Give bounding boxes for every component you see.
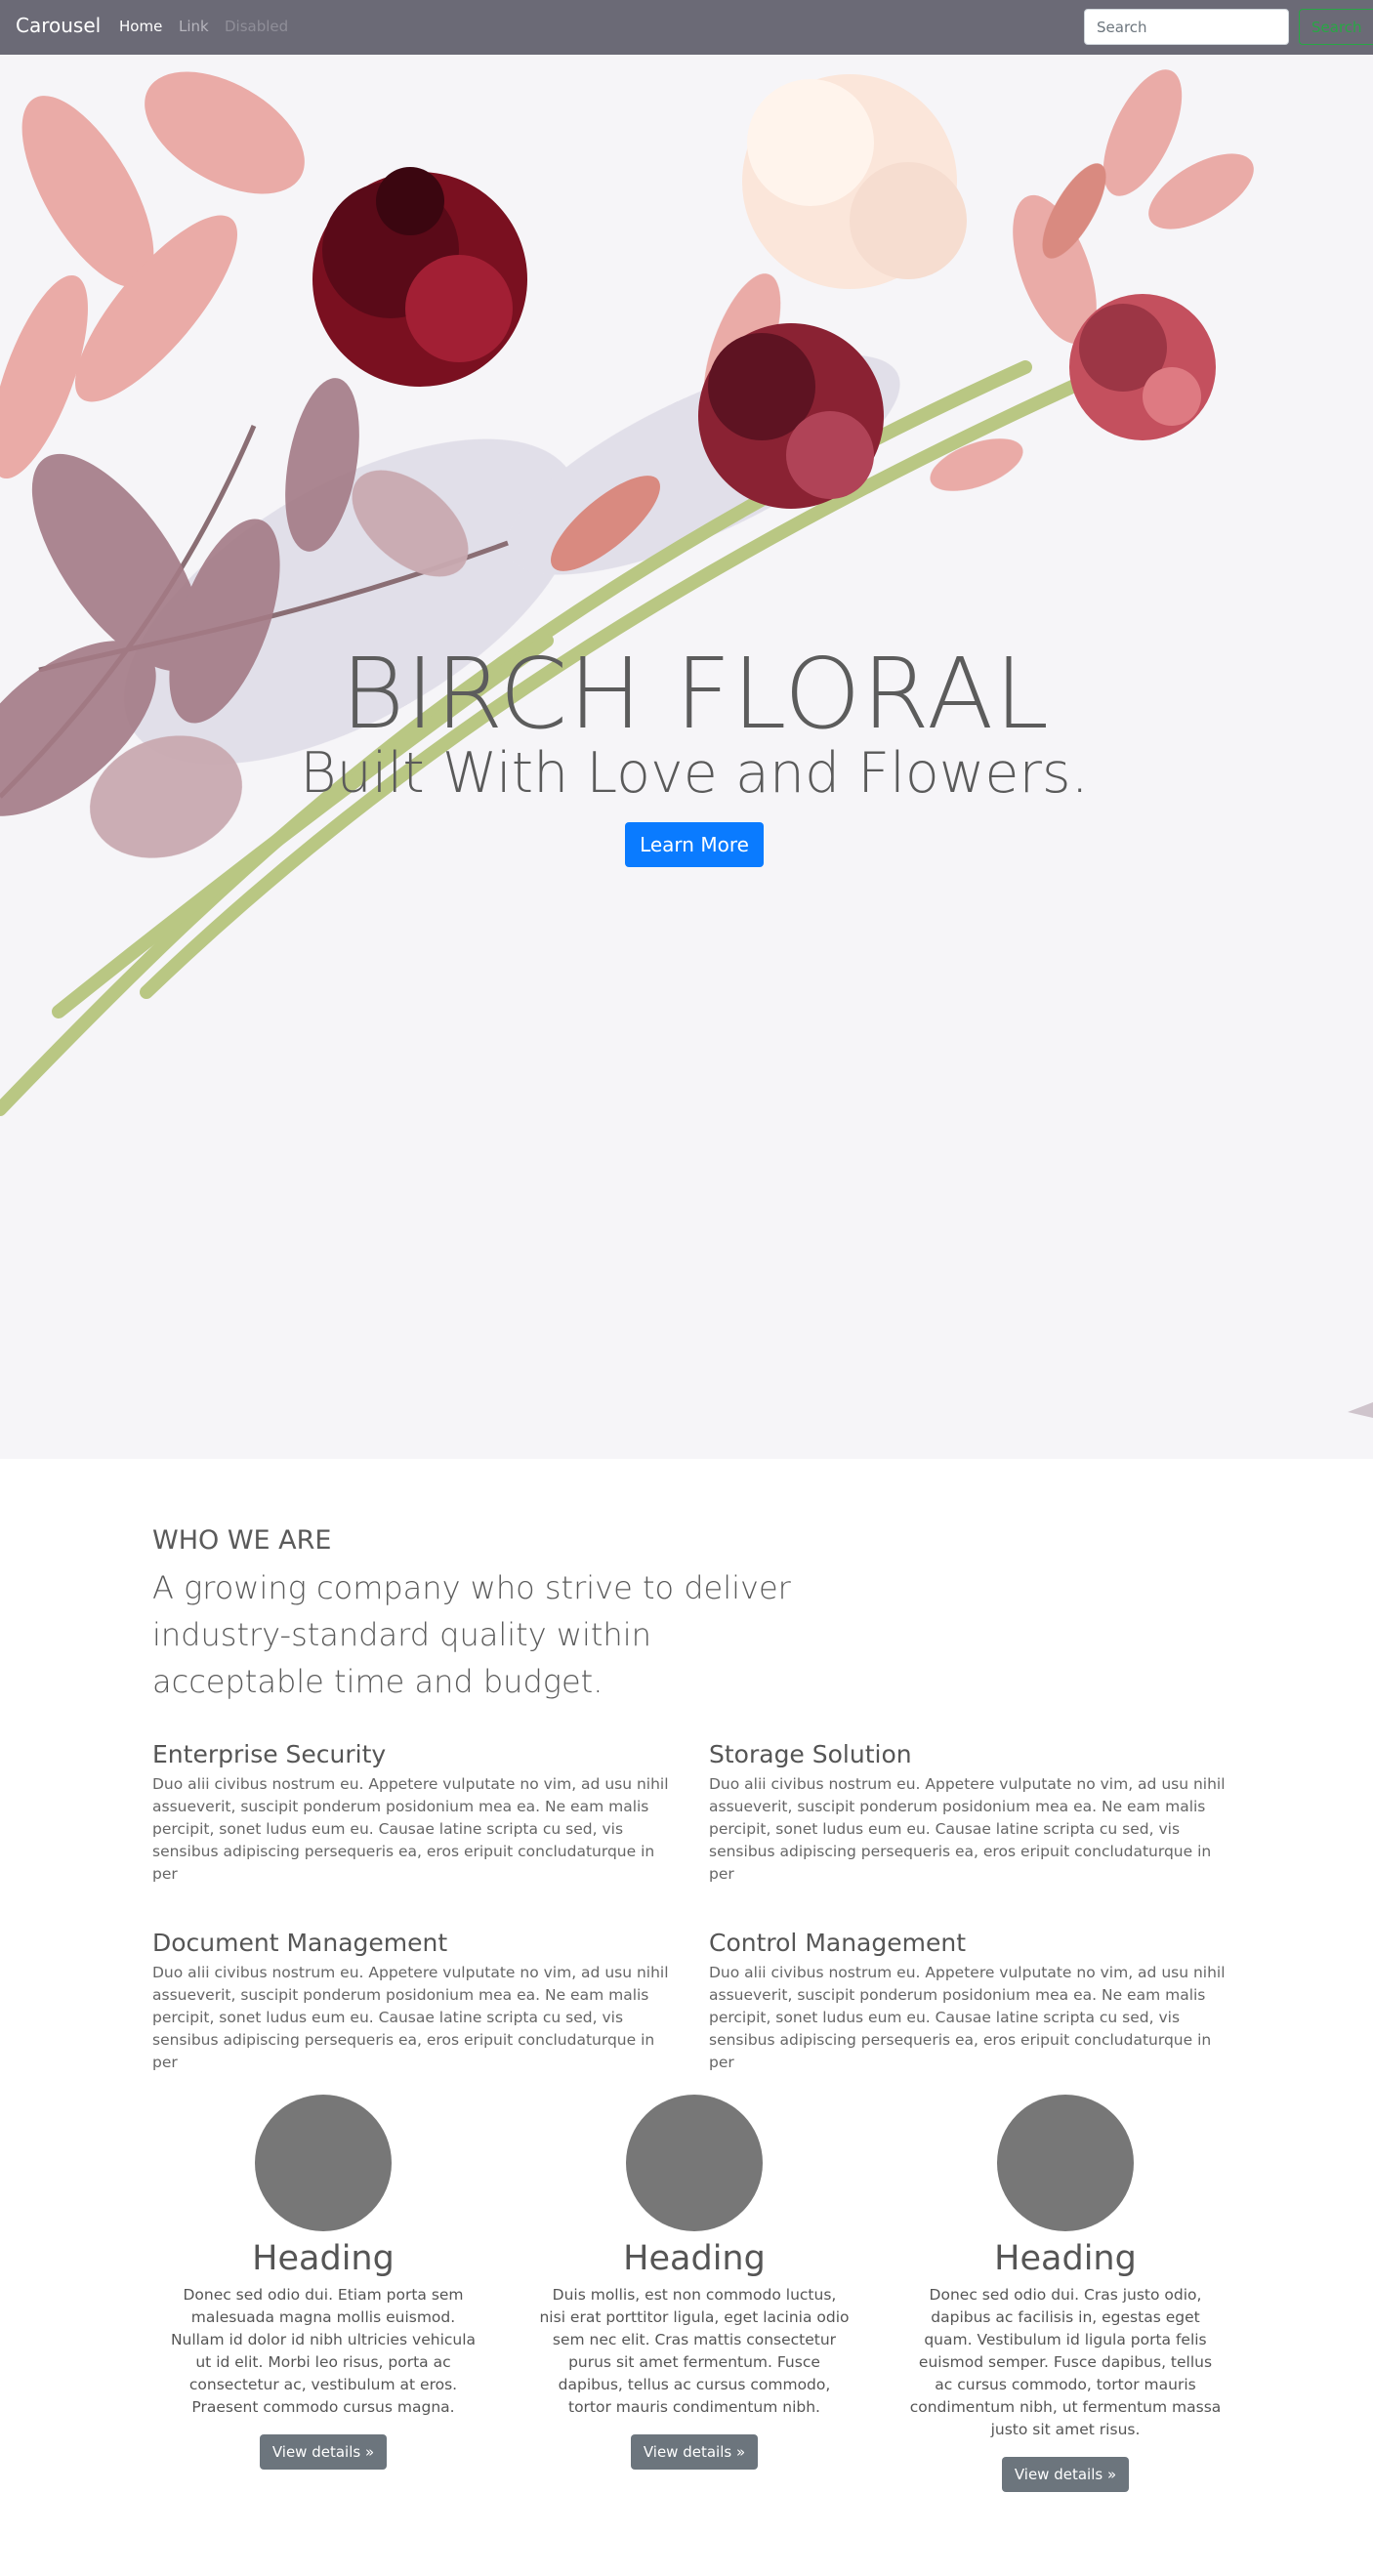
navbar: Carousel Home Link Disabled Search	[0, 0, 1373, 55]
column-text: Duis mollis, est non commodo luctus, nis…	[539, 2286, 850, 2416]
column-heading: Heading	[252, 2239, 395, 2278]
hero-subtitle: Built With Love and Flowers.	[300, 741, 1089, 806]
feature-block: Document Management Duo alii civibus nos…	[152, 1927, 680, 2074]
hero-title: BIRCH FLORAL	[340, 637, 1051, 751]
hero-banner: BIRCH FLORAL Built With Love and Flowers…	[0, 55, 1373, 1459]
feature-block: Enterprise Security Duo alii civibus nos…	[152, 1738, 680, 1886]
column-text: Donec sed odio dui. Cras justo odio, dap…	[909, 2286, 1222, 2438]
feature-text: Duo alii civibus nostrum eu. Appetere vu…	[709, 1964, 1226, 2071]
view-details-button[interactable]: View details »	[630, 2434, 759, 2470]
navbar-brand[interactable]: Carousel	[16, 14, 101, 37]
column-heading: Heading	[623, 2239, 766, 2278]
section-lead: A growing company who strive to deliver …	[152, 1569, 791, 1700]
nav-link-disabled: Disabled	[225, 18, 289, 35]
nav-link-link[interactable]: Link	[179, 18, 209, 35]
nav-link-home[interactable]: Home	[119, 18, 162, 35]
placeholder-circle-image	[997, 2095, 1134, 2231]
section-title: WHO WE ARE	[152, 1525, 332, 1556]
feature-title: Enterprise Security	[152, 1740, 387, 1768]
feature-text: Duo alii civibus nostrum eu. Appetere vu…	[152, 1964, 669, 2071]
feature-text: Duo alii civibus nostrum eu. Appetere vu…	[152, 1775, 669, 1883]
view-details-button[interactable]: View details »	[259, 2434, 388, 2470]
column-text: Donec sed odio dui. Etiam porta sem male…	[170, 2286, 477, 2416]
view-details-button[interactable]: View details »	[1001, 2457, 1130, 2492]
feature-block: Control Management Duo alii civibus nost…	[709, 1927, 1236, 2074]
feature-title: Storage Solution	[709, 1740, 912, 1768]
marketing-column: Heading Donec sed odio dui. Etiam porta …	[167, 2095, 479, 2470]
feature-title: Control Management	[709, 1929, 967, 1957]
placeholder-circle-image	[255, 2095, 392, 2231]
feature-text: Duo alii civibus nostrum eu. Appetere vu…	[709, 1775, 1226, 1883]
marketing-column: Heading Duis mollis, est non commodo luc…	[538, 2095, 851, 2470]
column-heading: Heading	[994, 2239, 1137, 2278]
feature-block: Storage Solution Duo alii civibus nostru…	[709, 1738, 1236, 1886]
placeholder-circle-image	[626, 2095, 763, 2231]
marketing-column: Heading Donec sed odio dui. Cras justo o…	[909, 2095, 1222, 2492]
feature-title: Document Management	[152, 1929, 448, 1957]
search-button[interactable]: Search	[1299, 9, 1373, 45]
search-input[interactable]	[1084, 9, 1289, 45]
learn-more-button[interactable]: Learn More	[625, 822, 764, 867]
